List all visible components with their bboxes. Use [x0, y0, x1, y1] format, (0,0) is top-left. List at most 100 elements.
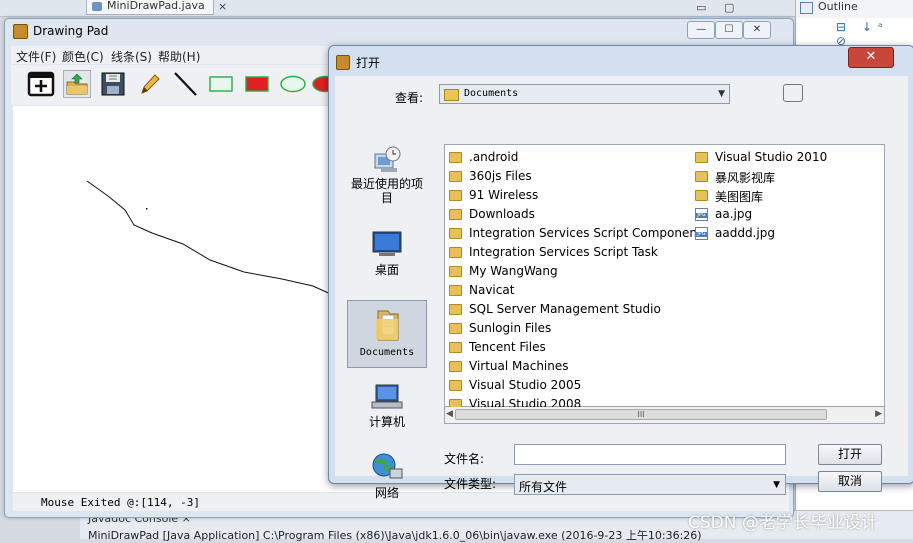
network-icon: [372, 453, 403, 479]
place-network[interactable]: 网络: [347, 449, 427, 501]
java-cup-icon: [336, 55, 350, 70]
menu-color[interactable]: 颜色(C): [62, 48, 104, 65]
menu-file[interactable]: 文件(F): [16, 48, 56, 65]
filled-rectangle-icon[interactable]: [243, 70, 271, 98]
outline-toolbar-icons[interactable]: ⊟ ↓ᵃ ⊘: [836, 20, 913, 48]
oval-icon[interactable]: [279, 70, 307, 98]
list-item-label: 91 Wireless: [469, 188, 539, 202]
outline-tab[interactable]: Outline: [795, 0, 913, 18]
up-one-level-button[interactable]: [783, 84, 803, 102]
computer-icon: [371, 384, 403, 409]
list-item-label: 暴风影视库: [715, 171, 776, 185]
drawing-pad-title: Drawing Pad: [33, 24, 109, 38]
list-item-label: SQL Server Management Studio: [469, 302, 661, 316]
filename-label: 文件名:: [444, 452, 485, 466]
place-recent[interactable]: 最近使用的项目: [347, 142, 427, 205]
outline-tab-label: Outline: [818, 0, 858, 13]
look-in-label: 查看:: [395, 91, 424, 105]
scroll-left-icon[interactable]: ◀: [446, 409, 453, 419]
list-item-label: 360js Files: [469, 169, 532, 183]
list-item-label: Sunlogin Files: [469, 321, 552, 335]
rectangle-icon[interactable]: [207, 70, 235, 98]
open-dialog-title: 打开: [356, 56, 381, 70]
open-dialog: 打开 ✕ 查看: Documents ▼ 最近使用的项目 桌面 Document…: [328, 45, 913, 500]
look-in-value: Documents: [464, 88, 519, 99]
folder-icon: [449, 190, 462, 201]
filetype-value: 所有文件: [519, 480, 568, 494]
place-recent-label: 最近使用的项目: [350, 177, 423, 205]
folder-icon: [444, 89, 459, 101]
ide-maximize-icon[interactable]: ▢: [724, 1, 734, 14]
list-item-label: Visual Studio 2010: [715, 150, 828, 164]
list-item-label: Tencent Files: [469, 340, 546, 354]
filetype-dropdown[interactable]: 所有文件 ▼: [514, 474, 786, 495]
list-item-label: Virtual Machines: [469, 359, 569, 373]
chevron-down-icon: ▼: [773, 480, 780, 490]
filetype-label: 文件类型:: [444, 477, 497, 491]
open-dialog-titlebar[interactable]: 打开 ✕: [329, 46, 913, 76]
place-computer-label: 计算机: [368, 415, 405, 429]
menu-help[interactable]: 帮助(H): [158, 48, 200, 65]
menu-stroke[interactable]: 线条(S): [111, 48, 152, 65]
minimize-button[interactable]: —: [687, 21, 715, 39]
place-network-label: 网络: [374, 486, 399, 500]
look-in-dropdown[interactable]: Documents ▼: [439, 84, 730, 104]
line-icon[interactable]: [171, 70, 199, 98]
chevron-down-icon: ▼: [718, 89, 725, 99]
list-item-label: .android: [469, 150, 519, 164]
places-bar: 最近使用的项目 桌面 Documents 计算机 网络: [347, 142, 429, 500]
pencil-icon[interactable]: [135, 70, 163, 98]
folder-icon: [449, 323, 462, 334]
outline-icon: [800, 2, 813, 14]
editor-tab-close-icon[interactable]: ×: [218, 0, 227, 13]
folder-icon: [449, 247, 462, 258]
open-dialog-body: 查看: Documents ▼ 最近使用的项目 桌面 Documents 计算机…: [335, 76, 908, 500]
list-item-label: Integration Services Script Component: [469, 226, 702, 240]
close-button[interactable]: ✕: [743, 21, 771, 39]
folder-icon: [695, 152, 708, 163]
file-list-scrollbar[interactable]: ◀ III ▶: [444, 407, 885, 424]
place-computer[interactable]: 计算机: [347, 380, 427, 432]
ide-minimize-icon[interactable]: ▭: [696, 1, 706, 14]
file-list[interactable]: .android 360js Files 91 Wireless Downloads I…: [444, 144, 885, 411]
place-documents-label: Documents: [359, 347, 415, 358]
maximize-button[interactable]: ☐: [715, 21, 743, 39]
list-item-label: Downloads: [469, 207, 535, 221]
list-item-label: Integration Services Script Task: [469, 245, 658, 259]
watermark: CSDN @老学长毕业设计: [688, 513, 878, 533]
folder-icon: [449, 152, 462, 163]
folder-icon: [449, 380, 462, 391]
java-cup-icon: [13, 24, 28, 39]
folder-icon: [449, 342, 462, 353]
editor-tab-label: MiniDrawPad.java: [107, 0, 205, 12]
status-text: Mouse Exited @:[114, -3]: [41, 496, 200, 509]
place-desktop-label: 桌面: [374, 263, 399, 277]
open-button[interactable]: 打开: [818, 444, 882, 465]
place-desktop[interactable]: 桌面: [347, 228, 427, 278]
new-file-icon[interactable]: [27, 70, 55, 98]
folder-icon: [449, 304, 462, 315]
cancel-button[interactable]: 取消: [818, 471, 882, 492]
desktop-icon: [372, 231, 402, 256]
dialog-close-button[interactable]: ✕: [848, 47, 894, 68]
editor-tab[interactable]: MiniDrawPad.java: [86, 0, 214, 15]
ide-editor-tabbar: MiniDrawPad.java × ▭ ▢: [0, 0, 913, 17]
recent-items-icon: [374, 146, 401, 172]
list-item-label: 美图图库: [715, 190, 764, 204]
open-file-icon[interactable]: [63, 70, 91, 98]
save-icon[interactable]: [99, 70, 127, 98]
folder-icon: [449, 228, 462, 239]
filename-input[interactable]: [514, 444, 786, 465]
folder-icon: [449, 285, 462, 296]
list-item-label: aa.jpg: [715, 207, 753, 221]
scroll-right-icon[interactable]: ▶: [875, 409, 882, 419]
list-item-label: My WangWang: [469, 264, 558, 278]
list-item-label: aaddd.jpg: [715, 226, 775, 240]
drawing-pad-titlebar[interactable]: Drawing Pad — ☐ ✕: [5, 19, 793, 43]
folder-icon: [449, 266, 462, 277]
folder-icon: [449, 171, 462, 182]
folder-icon: [449, 209, 462, 220]
folder-icon: [695, 190, 708, 201]
place-documents[interactable]: Documents: [347, 300, 427, 368]
scroll-thumb[interactable]: III: [455, 409, 827, 420]
